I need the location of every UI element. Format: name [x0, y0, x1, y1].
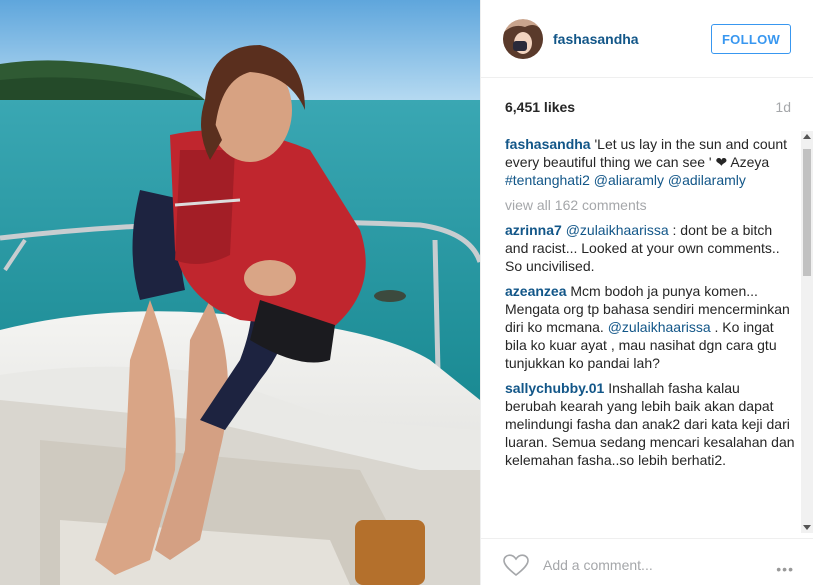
post-username[interactable]: fashasandha: [553, 31, 639, 47]
comments-list: fashasandha 'Let us lay in the sun and c…: [505, 135, 795, 530]
scroll-up-arrow-icon[interactable]: [803, 134, 811, 139]
hashtag-link[interactable]: #tentanghati2: [505, 172, 590, 188]
post-footer: Add a comment... •••: [481, 538, 813, 585]
mention-link[interactable]: @zulaikhaarissa: [566, 222, 669, 238]
comment-username[interactable]: azeanzea: [505, 283, 566, 299]
follow-button[interactable]: FOLLOW: [711, 24, 791, 54]
view-all-comments-link[interactable]: view all 162 comments: [505, 196, 795, 214]
caption-username[interactable]: fashasandha: [505, 136, 591, 152]
comment-username[interactable]: azrinna7: [505, 222, 562, 238]
likes-count[interactable]: 6,451 likes: [505, 99, 575, 115]
post-photo[interactable]: [0, 0, 480, 585]
more-options-icon[interactable]: •••: [776, 561, 794, 577]
post-side-panel: fashasandha FOLLOW 6,451 likes 1d fashas…: [480, 0, 813, 585]
mention-link[interactable]: @aliaramly: [594, 172, 664, 188]
post-header: fashasandha FOLLOW: [481, 0, 813, 78]
heart-icon[interactable]: [503, 554, 529, 582]
comment-item: sallychubby.01 Inshallah fasha kalau ber…: [505, 379, 795, 469]
comments-scrollbar[interactable]: [801, 131, 813, 533]
mention-link[interactable]: @adilaramly: [668, 172, 746, 188]
post-image: [0, 0, 480, 585]
avatar[interactable]: [503, 19, 543, 59]
scroll-down-arrow-icon[interactable]: [803, 525, 811, 530]
add-comment-input[interactable]: Add a comment...: [543, 557, 653, 573]
comment-item: azeanzea Mcm bodoh ja punya komen... Men…: [505, 282, 795, 372]
comment-username[interactable]: sallychubby.01: [505, 380, 604, 396]
post-time[interactable]: 1d: [775, 99, 791, 115]
mention-link[interactable]: @zulaikhaarissa: [608, 319, 711, 335]
caption: fashasandha 'Let us lay in the sun and c…: [505, 135, 795, 189]
scrollbar-thumb[interactable]: [803, 149, 811, 276]
comment-item: azrinna7 @zulaikhaarissa : dont be a bit…: [505, 221, 795, 275]
